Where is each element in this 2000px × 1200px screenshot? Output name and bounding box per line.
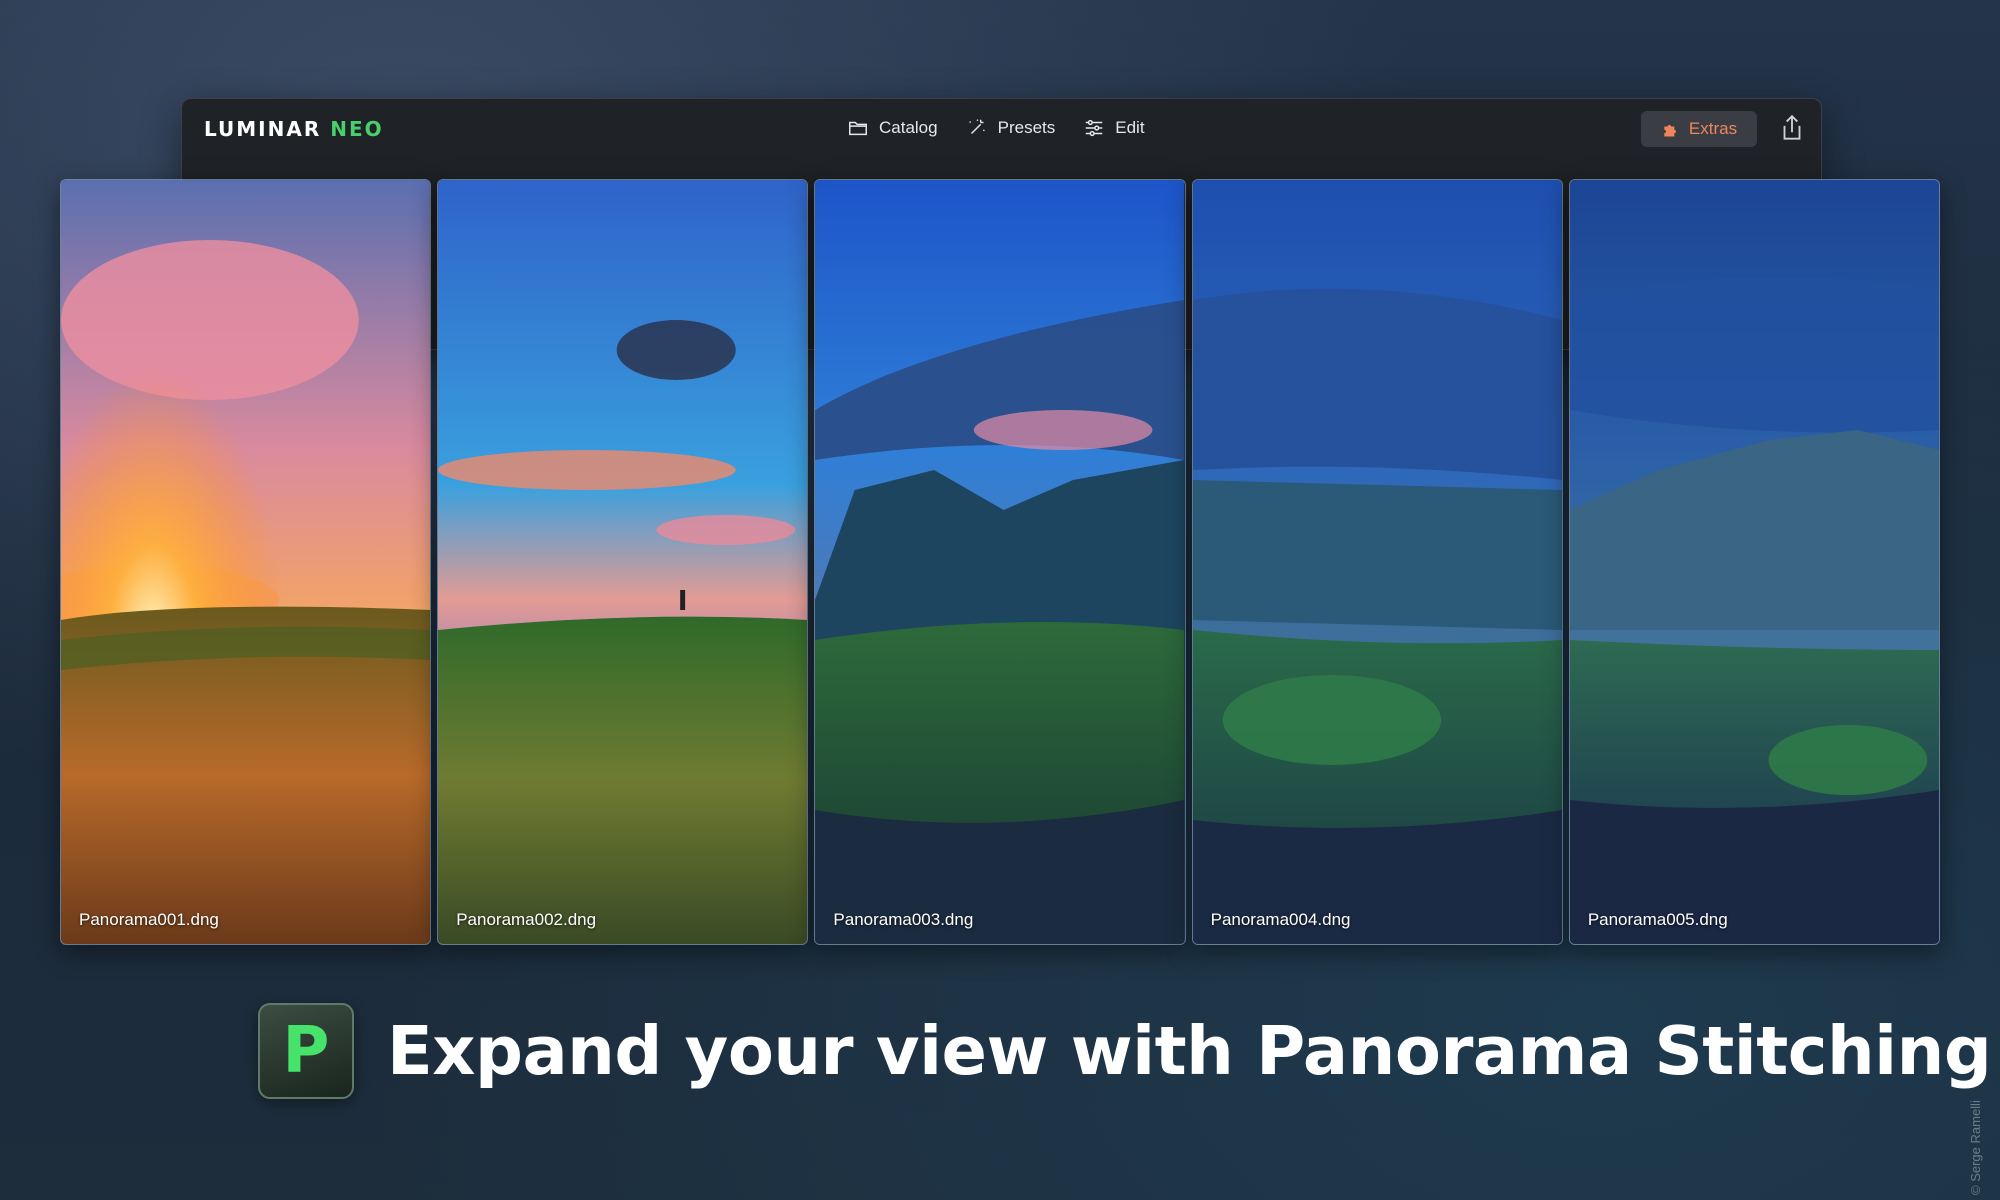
nav-edit-label: Edit	[1115, 118, 1145, 137]
panel-filename: Panorama001.dng	[79, 910, 219, 929]
nav-catalog[interactable]: Catalog	[847, 117, 938, 139]
panel-filename: Panorama003.dng	[833, 910, 974, 929]
nav-edit[interactable]: Edit	[1083, 117, 1145, 139]
main-nav: Catalog Presets Edit	[847, 117, 1145, 139]
headline-row: P Expand your view with Panorama Stitchi…	[258, 1003, 1992, 1099]
panorama-image-4	[1192, 180, 1562, 944]
badge-letter: P	[282, 1014, 330, 1088]
panorama-panel-3[interactable]: Panorama003.dng	[814, 179, 1186, 945]
nav-catalog-label: Catalog	[879, 118, 938, 137]
panorama-image-2	[438, 180, 808, 944]
panel-filename: Panorama005.dng	[1587, 910, 1728, 929]
panorama-image-5	[1569, 180, 1940, 944]
nav-presets-label: Presets	[997, 118, 1056, 137]
share-button[interactable]	[1779, 113, 1805, 143]
puzzle-icon	[1664, 124, 1676, 137]
magic-wand-icon	[968, 119, 985, 135]
app-logo: LUMINAR NEO	[204, 117, 384, 141]
sliders-icon	[1086, 119, 1103, 137]
panorama-image-1	[61, 180, 431, 944]
panorama-panel-4[interactable]: Panorama004.dng	[1191, 179, 1563, 945]
panorama-panel-5[interactable]: Panorama005.dng	[1568, 179, 1941, 945]
headline-text: Expand your view with Panorama Stitching	[387, 1012, 1992, 1090]
extras-button[interactable]: Extras	[1641, 111, 1757, 147]
panorama-panel-1[interactable]: Panorama001.dng	[60, 179, 432, 945]
panorama-badge-icon: P	[258, 1003, 354, 1099]
panorama-image-3	[815, 180, 1185, 944]
panel-filename: Panorama002.dng	[456, 910, 597, 929]
panel-filename: Panorama004.dng	[1210, 910, 1351, 929]
logo-main: LUMINAR	[204, 117, 322, 141]
logo-accent: NEO	[330, 117, 384, 141]
extras-label: Extras	[1688, 119, 1738, 138]
panorama-panel-2[interactable]: Panorama002.dng	[437, 179, 809, 945]
share-icon	[1783, 114, 1801, 140]
folder-icon	[849, 121, 867, 136]
photo-credit: © Serge Ramelli	[1968, 1100, 1983, 1195]
nav-presets[interactable]: Presets	[966, 117, 1056, 139]
panorama-panels: Panorama001.dng Panorama002.dng Panorama…	[60, 179, 1941, 945]
top-bar: LUMINAR NEO Catalog Presets Edit Extras	[182, 99, 1821, 161]
